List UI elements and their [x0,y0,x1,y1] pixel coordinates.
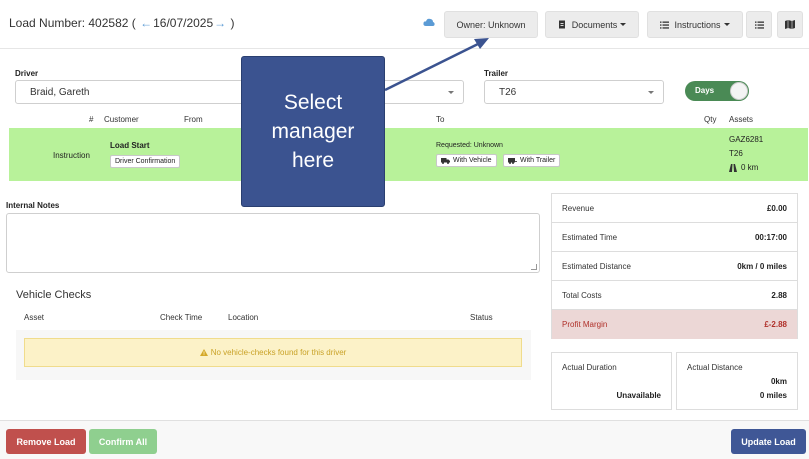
summary-estimated-time: Estimated Time 00:17:00 [552,223,797,252]
trailer-icon [508,157,517,164]
profit-margin-value: £-2.88 [764,320,787,329]
internal-notes-textarea[interactable] [6,213,540,273]
instructions-button-label: Instructions [674,19,721,30]
documents-button[interactable]: Documents [545,11,639,38]
callout-text: Select manager here [271,91,355,172]
owner-button-label: Owner: Unknown [456,19,526,30]
row-type: Instruction [53,151,90,160]
revenue-label: Revenue [562,204,595,213]
internal-notes-label: Internal Notes [6,201,60,210]
documents-button-label: Documents [571,19,618,30]
map-icon [785,20,795,29]
road-icon [729,163,737,172]
estimated-distance-value: 0km / 0 miles [737,262,787,271]
with-vehicle-chip: With Vehicle [436,154,497,167]
resize-grip-icon[interactable] [531,264,537,270]
actual-distance-box: Actual Distance 0km 0 miles [676,352,798,410]
asset-distance: 0 km [729,163,758,172]
vc-col-status: Status [470,313,493,322]
cloud-icon [423,18,435,26]
col-to: To [436,115,445,124]
estimated-time-label: Estimated Time [562,233,618,242]
col-assets: Assets [729,115,754,124]
instructions-button[interactable]: Instructions [647,11,743,38]
days-toggle[interactable]: Days [685,81,749,101]
vehicle-checks-title: Vehicle Checks [16,289,92,301]
estimated-time-value: 00:17:00 [754,233,787,242]
driver-confirmation-badge: Driver Confirmation [110,155,181,168]
actual-distance-miles: 0 miles [759,391,787,400]
badge-label: Driver Confirmation [115,158,176,165]
empty-message: No vehicle-checks found for this driver [210,348,347,357]
actual-duration-value: Unavailable [616,391,661,400]
summary-total-costs: Total Costs 2.88 [552,281,797,310]
list-view-icon [754,21,764,29]
summary-revenue: Revenue £0.00 [552,194,797,223]
actual-distance-label: Actual Distance [687,363,743,372]
list-icon [660,21,670,29]
close-paren: ) [230,16,235,30]
update-load-button[interactable]: Update Load [731,429,806,454]
vc-col-check-time: Check Time [160,313,203,322]
trailer-label: Trailer [484,69,509,78]
truck-icon [441,157,450,164]
chevron-down-icon [723,23,730,26]
asset-distance-value: 0 km [741,163,759,172]
estimated-distance-label: Estimated Distance [562,262,631,271]
prev-date-arrow-icon[interactable]: ← [140,16,152,30]
col-customer: Customer [104,115,139,124]
days-toggle-label: Days [695,86,715,95]
remove-load-button[interactable]: Remove Load [6,429,86,454]
driver-select[interactable]: Braid, Gareth [15,80,464,104]
driver-label: Driver [15,69,39,78]
with-vehicle-label: With Vehicle [453,157,492,164]
actual-duration-box: Actual Duration Unavailable [551,352,672,410]
chevron-down-icon [620,23,627,26]
col-number: # [89,115,94,124]
trailer-value: T26 [499,86,517,98]
with-trailer-chip: With Trailer [503,154,561,167]
vehicle-checks-empty-alert: No vehicle-checks found for this driver [24,338,522,367]
page-header: Load Number: 402582 ( ←16/07/2025→ ) Own… [0,0,809,49]
profit-margin-label: Profit Margin [562,320,608,329]
document-icon [558,20,565,28]
requested-text: Requested: Unknown [436,142,503,149]
driver-value: Braid, Gareth [30,86,90,98]
trailer-select[interactable]: T26 [484,80,664,104]
asset-trailer: T26 [729,149,743,158]
owner-button[interactable]: Owner: Unknown [444,11,538,38]
summary-estimated-distance: Estimated Distance 0km / 0 miles [552,252,797,281]
chevron-down-icon [648,91,654,94]
list-view-button[interactable] [746,11,772,38]
asset-vehicle: GAZ6281 [729,135,764,144]
load-title: Load Number: 402582 ( ←16/07/2025→ ) [9,16,235,30]
map-button[interactable] [777,11,803,38]
actual-duration-label: Actual Duration [562,363,617,372]
load-number: Load Number: 402582 ( [9,16,136,30]
load-date[interactable]: 16/07/2025 [153,16,213,30]
total-costs-value: 2.88 [771,291,787,300]
with-trailer-label: With Trailer [520,157,556,164]
revenue-value: £0.00 [766,204,787,213]
confirm-all-button[interactable]: Confirm All [89,429,157,454]
col-from: From [184,115,203,124]
vc-col-location: Location [228,313,259,322]
summary-panel: Revenue £0.00 Estimated Time 00:17:00 Es… [551,193,798,339]
warning-icon [199,349,208,356]
chevron-down-icon [448,91,454,94]
toggle-knob[interactable] [730,82,748,100]
summary-profit-margin: Profit Margin £-2.88 [552,310,797,339]
col-qty: Qty [704,115,717,124]
vc-col-asset: Asset [24,313,45,322]
total-costs-label: Total Costs [562,291,602,300]
actual-distance-km: 0km [770,377,787,386]
next-date-arrow-icon[interactable]: → [214,16,226,30]
row-title: Load Start [110,141,150,150]
select-manager-callout: Select manager here [241,56,385,207]
